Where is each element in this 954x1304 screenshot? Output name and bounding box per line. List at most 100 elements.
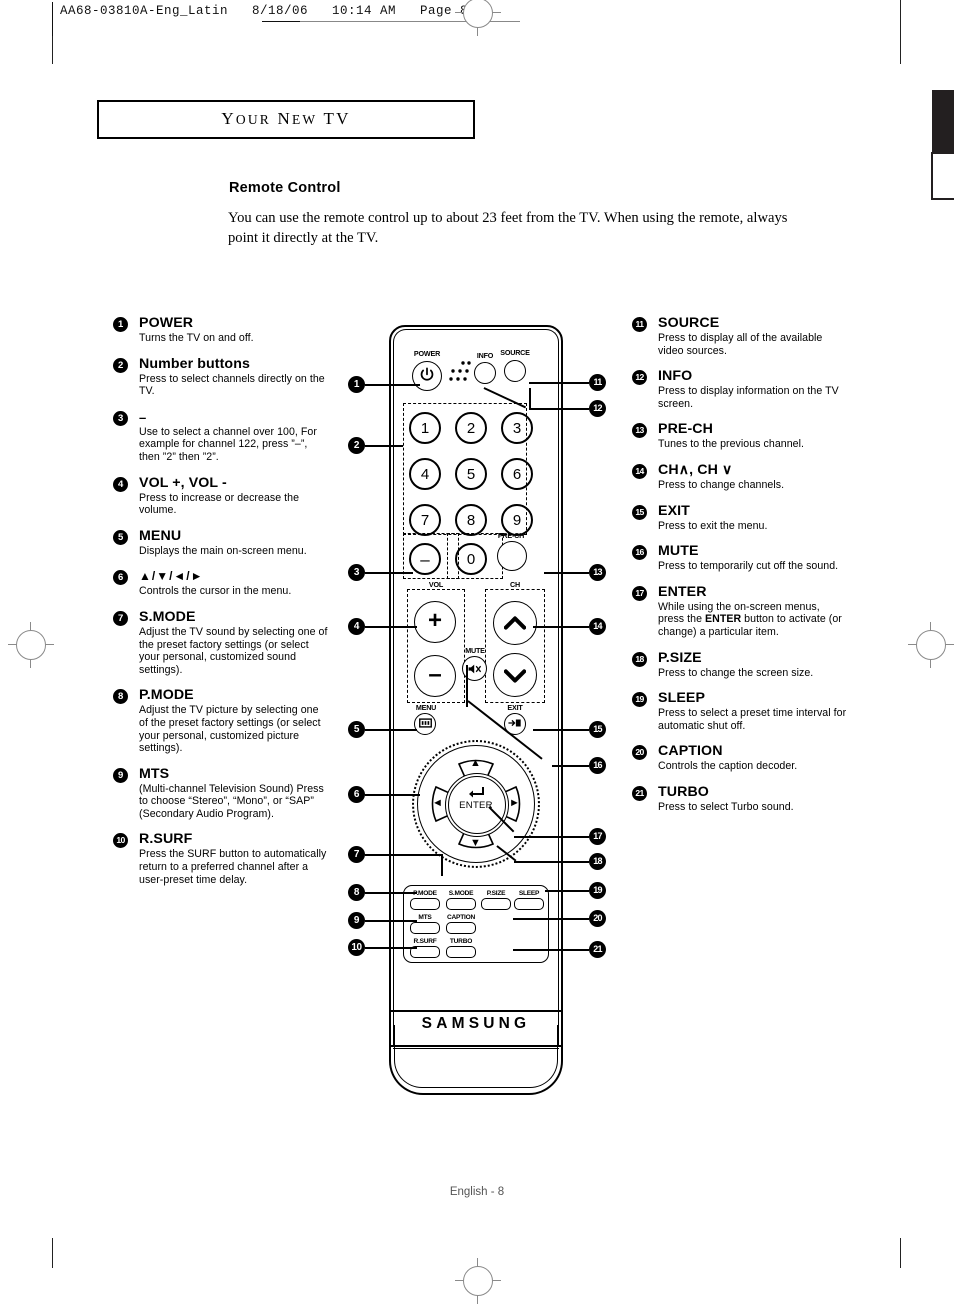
leader-line-13 bbox=[544, 572, 589, 574]
intro-paragraph: You can use the remote control up to abo… bbox=[228, 210, 788, 246]
registration-mark-top bbox=[455, 0, 501, 36]
list-item: 21 TURBO Press to select Turbo sound. bbox=[632, 784, 847, 814]
vol-label: VOL bbox=[428, 580, 444, 589]
item-number: 2 bbox=[113, 357, 128, 373]
item-number: 19 bbox=[632, 692, 647, 708]
leader-line-8 bbox=[365, 892, 417, 894]
callout-19: 19 bbox=[589, 882, 606, 899]
number-button-8[interactable]: 8 bbox=[455, 504, 487, 536]
item-number: 12 bbox=[632, 370, 647, 386]
number-button-3[interactable]: 3 bbox=[501, 412, 533, 444]
item-number: 15 bbox=[632, 504, 647, 520]
prech-button[interactable] bbox=[497, 541, 527, 571]
item-number: 1 bbox=[113, 317, 128, 332]
channel-down-button[interactable] bbox=[493, 653, 537, 697]
number-button-4[interactable]: 4 bbox=[409, 458, 441, 490]
item-description: Press to select a preset time interval f… bbox=[658, 707, 847, 732]
callout-18: 18 bbox=[589, 853, 606, 870]
number-9-label: 9 bbox=[512, 512, 522, 529]
list-item: 13 PRE-CH Tunes to the previous channel. bbox=[632, 422, 847, 451]
leader-line-10 bbox=[365, 947, 417, 949]
number-button-1[interactable]: 1 bbox=[409, 412, 441, 444]
smode-button[interactable] bbox=[446, 898, 476, 910]
item-title: EXIT bbox=[658, 502, 690, 519]
info-button[interactable] bbox=[474, 362, 496, 384]
number-button-0[interactable]: 0 bbox=[455, 543, 487, 575]
list-item: 16 MUTE Press to temporarily cut off the… bbox=[632, 544, 847, 573]
leader-line-20 bbox=[513, 918, 589, 920]
leader-line-18 bbox=[514, 861, 589, 863]
callout-10: 10 bbox=[348, 939, 365, 956]
nav-up-arrow[interactable]: ▲ bbox=[470, 758, 481, 769]
mts-button[interactable] bbox=[410, 922, 440, 934]
item-number: 3 bbox=[113, 410, 128, 426]
callout-15: 15 bbox=[589, 721, 606, 738]
volume-up-label: + bbox=[427, 607, 442, 634]
number-button-5[interactable]: 5 bbox=[455, 458, 487, 490]
item-description: Use to select a channel over 100, For ex… bbox=[139, 425, 317, 463]
item-title: P.MODE bbox=[139, 687, 194, 704]
prech-label: PRE-CH bbox=[497, 531, 525, 540]
item-title: CAPTION bbox=[658, 743, 723, 760]
minus-button[interactable]: – bbox=[409, 543, 441, 575]
enter-desc-bold: ENTER bbox=[705, 613, 742, 626]
list-item: 20 CAPTION Controls the caption decoder. bbox=[632, 744, 847, 773]
list-item: 15 EXIT Press to exit the menu. bbox=[632, 502, 847, 533]
turbo-button[interactable] bbox=[446, 946, 476, 958]
list-item: 14 CH∧, CH ∨ Press to change channels. bbox=[632, 462, 847, 492]
ir-decoration-dots bbox=[449, 361, 471, 381]
callout-6: 6 bbox=[348, 786, 365, 803]
volume-down-button[interactable]: – bbox=[414, 655, 456, 697]
leader-line-15 bbox=[533, 729, 589, 731]
section-heading: Remote Control bbox=[229, 180, 341, 196]
item-description: Press to display all of the available vi… bbox=[658, 332, 823, 357]
number-button-2[interactable]: 2 bbox=[455, 412, 487, 444]
source-button[interactable] bbox=[504, 360, 526, 382]
nav-down-arrow[interactable]: ▼ bbox=[470, 838, 481, 849]
list-item: 8 P.MODE Adjust the TV picture by select… bbox=[113, 688, 328, 754]
item-number: 10 bbox=[113, 833, 128, 849]
item-description: Turns the TV on and off. bbox=[139, 332, 254, 344]
print-header-text: AA68-03810A-Eng_Latin 8/18/06 10:14 AM P… bbox=[60, 4, 469, 18]
leader-line-21 bbox=[513, 949, 589, 951]
power-button[interactable] bbox=[412, 361, 442, 391]
item-title: P.SIZE bbox=[658, 649, 702, 666]
remote-divider-upper bbox=[390, 1010, 562, 1012]
page-title: YOUR NEW TV bbox=[221, 109, 351, 128]
pmode-button[interactable] bbox=[410, 898, 440, 910]
item-number: 17 bbox=[632, 585, 647, 601]
callout-11: 11 bbox=[589, 374, 606, 391]
psize-button[interactable] bbox=[481, 898, 511, 910]
nav-left-arrow[interactable]: ◄ bbox=[432, 798, 443, 809]
list-item: 7 S.MODE Adjust the TV sound by selectin… bbox=[113, 609, 328, 676]
item-title: SOURCE bbox=[658, 315, 720, 331]
navigation-ring[interactable]: ▲ ▼ ◄ ► ENTER bbox=[412, 740, 540, 868]
number-0-label: 0 bbox=[466, 551, 476, 568]
number-button-6[interactable]: 6 bbox=[501, 458, 533, 490]
leader-line-16 bbox=[552, 765, 589, 767]
leader-line-7-riser bbox=[441, 854, 443, 876]
callout-9: 9 bbox=[348, 912, 365, 929]
item-number: 5 bbox=[113, 529, 128, 545]
item-description: Press to exit the menu. bbox=[658, 519, 768, 532]
header-rule bbox=[52, 2, 53, 36]
item-number: 8 bbox=[113, 689, 128, 705]
sleep-button[interactable] bbox=[514, 898, 544, 910]
chapter-title-box: YOUR NEW TV bbox=[97, 100, 475, 139]
item-number: 16 bbox=[632, 545, 647, 561]
volume-up-button[interactable]: + bbox=[414, 601, 456, 643]
chevron-up-icon bbox=[503, 616, 527, 630]
number-3-label: 3 bbox=[512, 420, 522, 437]
number-1-label: 1 bbox=[420, 420, 430, 437]
callout-21: 21 bbox=[589, 941, 606, 958]
nav-right-arrow[interactable]: ► bbox=[509, 798, 520, 809]
thumb-tab-marker bbox=[932, 90, 954, 152]
page-footer: English - 8 bbox=[449, 1186, 505, 1198]
channel-up-button[interactable] bbox=[493, 601, 537, 645]
item-number: 4 bbox=[113, 476, 128, 492]
power-icon bbox=[420, 367, 434, 381]
remote-divider-lower bbox=[393, 1048, 559, 1050]
caption-button[interactable] bbox=[446, 922, 476, 934]
number-button-7[interactable]: 7 bbox=[409, 504, 441, 536]
menu-button[interactable] bbox=[414, 713, 436, 735]
